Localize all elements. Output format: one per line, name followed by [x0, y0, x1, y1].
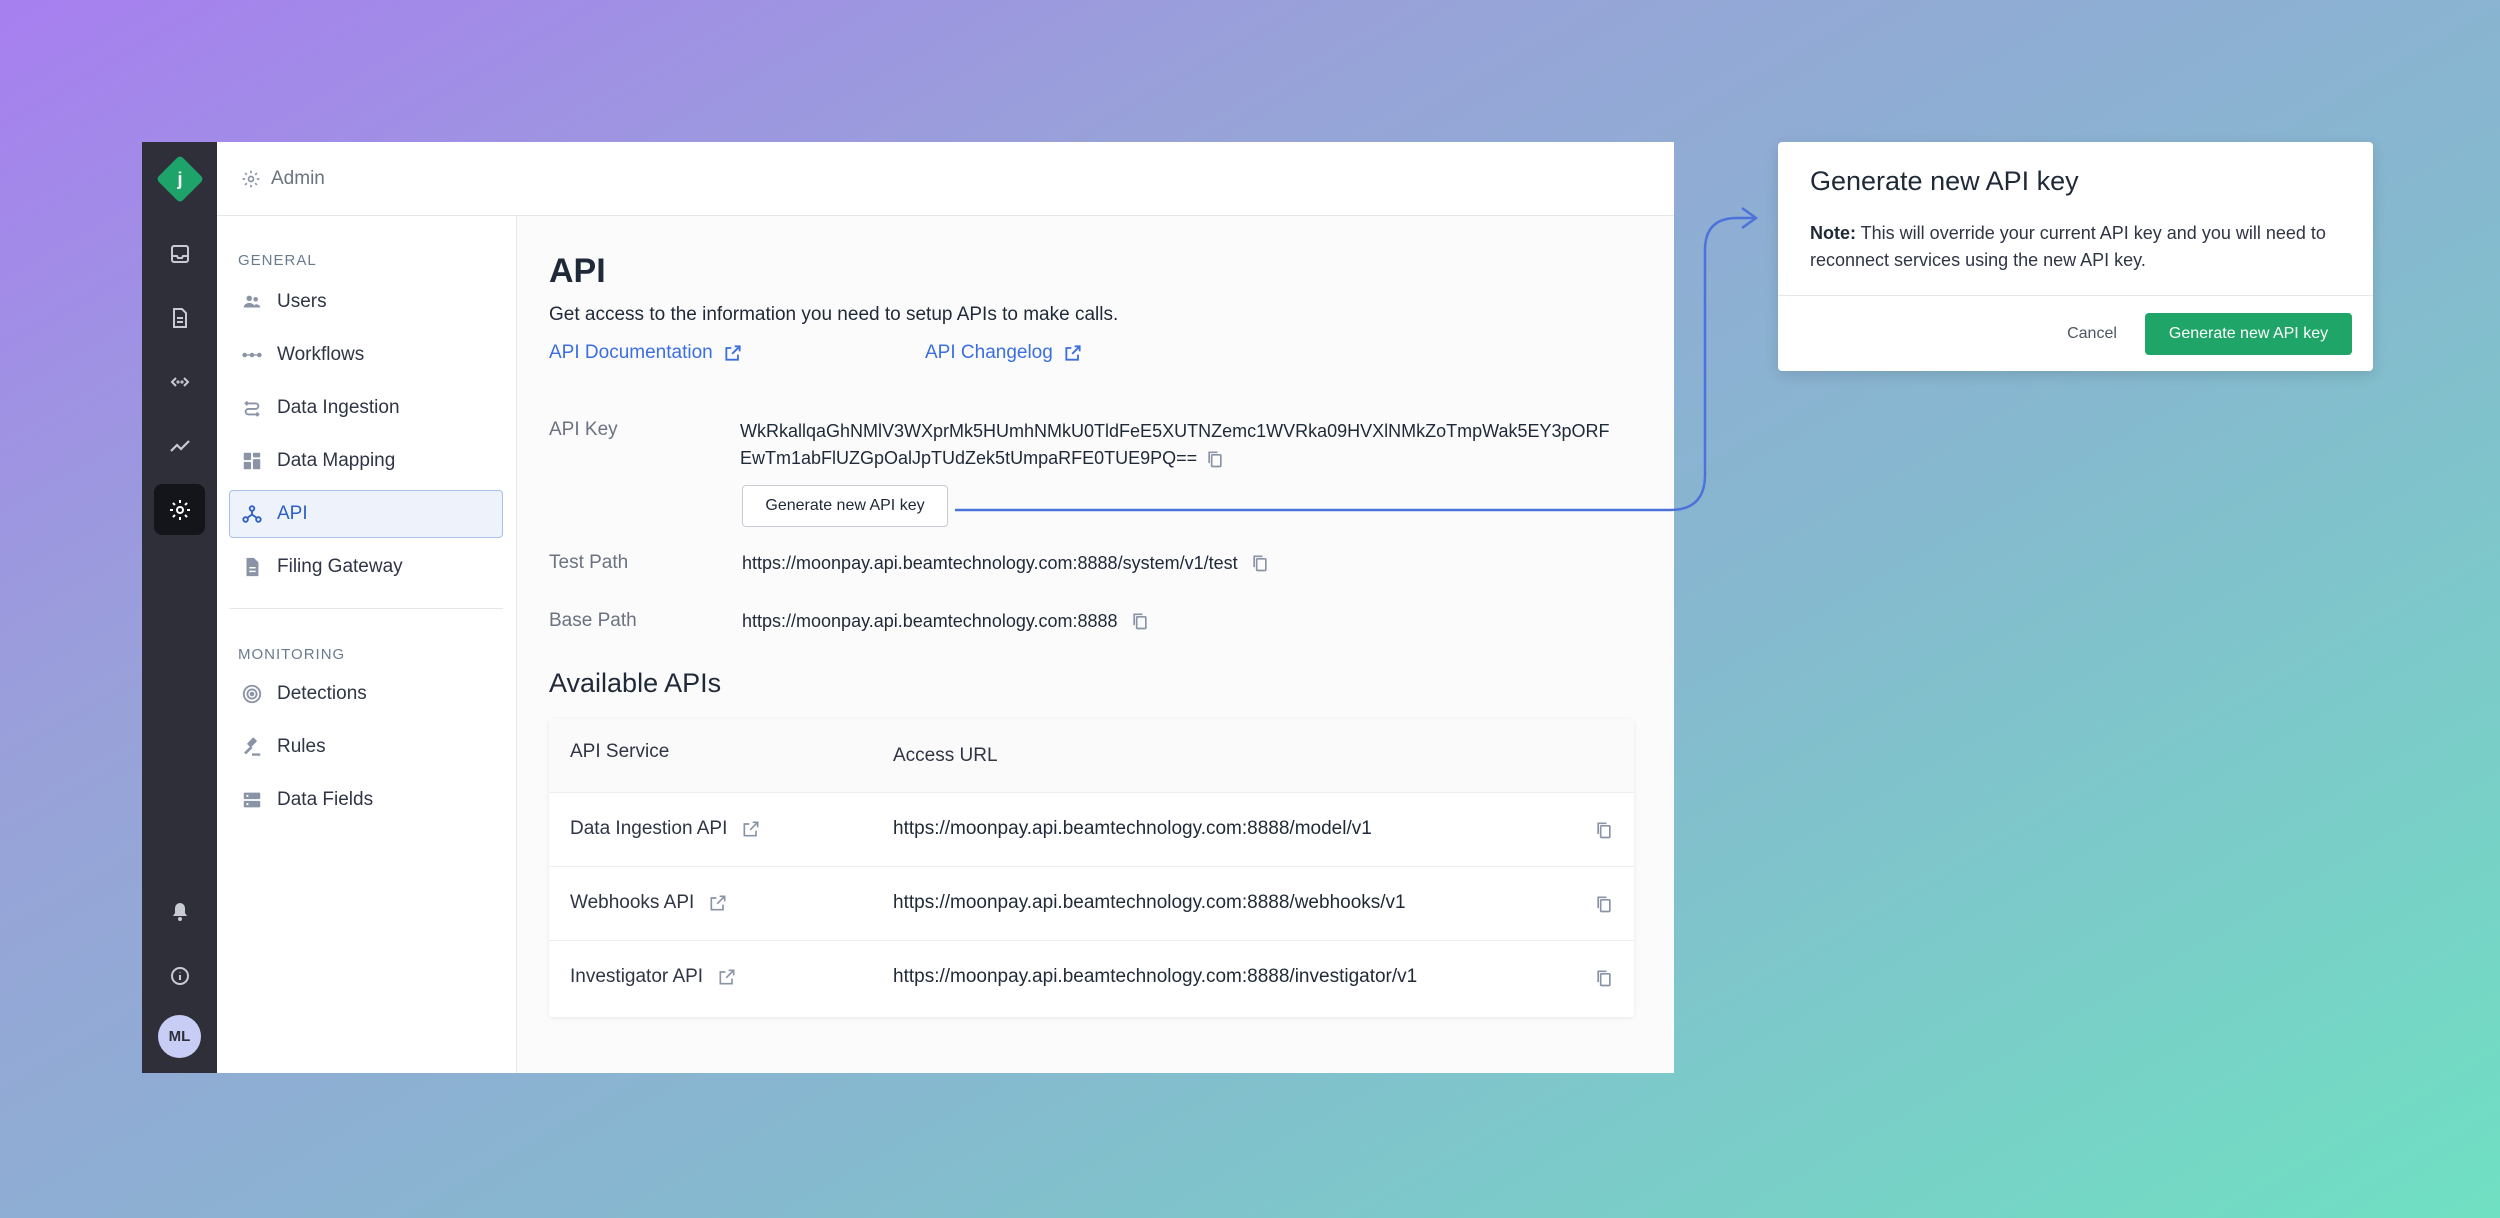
- copy-icon[interactable]: [1250, 552, 1270, 574]
- table-row: Data Ingestion API https://moonpay.api.b…: [549, 793, 1634, 867]
- nav-section-general: GENERAL: [238, 252, 317, 269]
- bell-icon[interactable]: [154, 886, 205, 937]
- gear-icon[interactable]: [154, 484, 205, 535]
- document-icon[interactable]: [154, 292, 205, 343]
- grid-icon: [243, 452, 261, 470]
- copy-icon[interactable]: [1594, 967, 1614, 989]
- available-apis-title: Available APIs: [549, 668, 722, 698]
- trend-icon[interactable]: [154, 420, 205, 471]
- inbox-icon[interactable]: [154, 228, 205, 279]
- column-header-url: Access URL: [893, 745, 998, 766]
- copy-icon[interactable]: [1130, 610, 1150, 632]
- side-nav: GENERAL Users Workflows Data Ingestion D…: [217, 216, 517, 1073]
- external-link-icon[interactable]: [717, 967, 737, 987]
- page-subtitle: Get access to the information you need t…: [549, 304, 1119, 325]
- api-documentation-link[interactable]: API Documentation: [549, 342, 743, 364]
- table-header: API Service Access URL: [549, 719, 1634, 793]
- api-key-value: WkRkallqaGhNMlV3WXprMk5HUmhNMkU0TldFeE5X…: [740, 418, 1620, 472]
- api-changelog-link[interactable]: API Changelog: [925, 342, 1083, 364]
- test-path-value: https://moonpay.api.beamtechnology.com:8…: [742, 552, 1270, 574]
- gavel-icon: [244, 737, 261, 756]
- sidebar-item-rules[interactable]: Rules: [229, 723, 503, 771]
- modal-divider: [1778, 295, 2373, 296]
- column-header-service: API Service: [570, 741, 670, 762]
- code-icon[interactable]: [154, 356, 205, 407]
- ingestion-icon: [244, 400, 260, 417]
- sidebar-item-data-ingestion[interactable]: Data Ingestion: [229, 384, 503, 432]
- sidebar-item-api[interactable]: API: [229, 490, 503, 538]
- workflow-icon: [242, 352, 262, 358]
- generate-key-modal: Generate new API key Note: This will ove…: [1778, 142, 2373, 371]
- nav-divider: [229, 608, 503, 609]
- access-url: https://moonpay.api.beamtechnology.com:8…: [893, 966, 1418, 987]
- gear-icon: [242, 170, 260, 187]
- copy-icon[interactable]: [1205, 448, 1225, 470]
- main-content: API Get access to the information you ne…: [517, 216, 1674, 1073]
- sidebar-item-users[interactable]: Users: [229, 278, 503, 326]
- sidebar-item-data-fields[interactable]: Data Fields: [229, 776, 503, 824]
- info-icon[interactable]: [154, 950, 205, 1001]
- note-text: This will override your current API key …: [1810, 223, 2326, 270]
- api-key-label: API Key: [549, 419, 618, 440]
- sidebar-item-data-mapping[interactable]: Data Mapping: [229, 437, 503, 485]
- service-name[interactable]: Webhooks API: [570, 892, 728, 914]
- table-row: Investigator API https://moonpay.api.bea…: [549, 941, 1634, 1015]
- icon-rail: j ML: [142, 142, 217, 1073]
- api-icon: [242, 505, 262, 523]
- generate-api-key-button[interactable]: Generate new API key: [742, 485, 948, 527]
- breadcrumb[interactable]: Admin: [271, 168, 325, 190]
- avatar[interactable]: ML: [158, 1015, 201, 1058]
- external-link-icon[interactable]: [741, 819, 761, 839]
- sidebar-item-filing-gateway[interactable]: Filing Gateway: [229, 543, 503, 591]
- access-url: https://moonpay.api.beamtechnology.com:8…: [893, 818, 1372, 839]
- copy-icon[interactable]: [1594, 893, 1614, 915]
- copy-icon[interactable]: [1594, 819, 1614, 841]
- base-path-value: https://moonpay.api.beamtechnology.com:8…: [742, 610, 1150, 632]
- external-link-icon: [725, 345, 741, 361]
- cancel-button[interactable]: Cancel: [2044, 313, 2140, 355]
- base-path-label: Base Path: [549, 610, 637, 631]
- file-icon: [246, 557, 259, 577]
- app-window: j ML Admin GENERAL Users Workflows Data …: [142, 142, 1674, 1073]
- table-row: Webhooks API https://moonpay.api.beamtec…: [549, 867, 1634, 941]
- note-label: Note:: [1810, 223, 1856, 243]
- top-bar: Admin: [217, 142, 1674, 216]
- confirm-generate-button[interactable]: Generate new API key: [2145, 313, 2352, 355]
- sidebar-item-detections[interactable]: Detections: [229, 670, 503, 718]
- access-url: https://moonpay.api.beamtechnology.com:8…: [893, 892, 1406, 913]
- users-icon: [243, 295, 261, 308]
- page-title: API: [549, 252, 606, 290]
- radar-icon: [242, 684, 262, 704]
- sidebar-item-workflows[interactable]: Workflows: [229, 331, 503, 379]
- modal-body: Note: This will override your current AP…: [1810, 220, 2350, 274]
- logo-letter: j: [177, 168, 183, 189]
- service-name[interactable]: Data Ingestion API: [570, 818, 761, 840]
- external-link-icon: [1065, 345, 1081, 361]
- external-link-icon[interactable]: [708, 893, 728, 913]
- service-name[interactable]: Investigator API: [570, 966, 737, 988]
- modal-title: Generate new API key: [1810, 166, 2079, 196]
- nav-section-monitoring: MONITORING: [238, 646, 346, 663]
- storage-icon: [243, 792, 261, 808]
- api-table: API Service Access URL Data Ingestion AP…: [549, 719, 1634, 1017]
- test-path-label: Test Path: [549, 552, 629, 573]
